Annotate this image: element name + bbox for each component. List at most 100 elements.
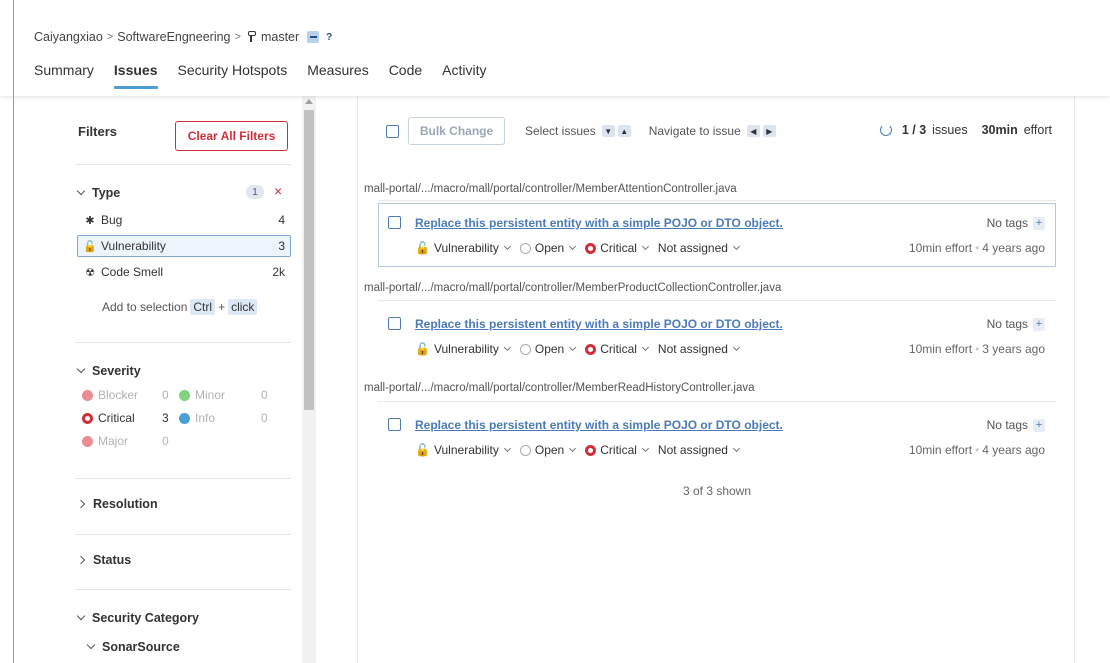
filters-sidebar: Filters Clear All Filters Type 1 × ✱ Bug… <box>60 96 302 663</box>
issue-assignee-dropdown[interactable]: Not assigned <box>658 443 740 457</box>
severity-label: Major <box>98 434 129 448</box>
chevron-down-icon <box>76 611 86 621</box>
issue-assignee-dropdown[interactable]: Not assigned <box>658 342 740 356</box>
divider <box>378 200 1056 201</box>
severity-blocker[interactable]: Blocker 0 <box>82 388 169 402</box>
issue-status-label: Open <box>534 443 565 457</box>
navigate-prev-icon[interactable]: ◀ <box>746 125 760 137</box>
severity-facet-header[interactable]: Severity <box>76 364 141 378</box>
sonarsource-subfacet[interactable]: SonarSource <box>86 640 180 654</box>
status-facet-header[interactable]: Status <box>76 553 131 567</box>
type-item-code-smell[interactable]: ☢ Code Smell 2k <box>77 261 291 283</box>
code-smell-icon: ☢ <box>85 266 95 279</box>
issue-message-link[interactable]: Replace this persistent entity with a si… <box>415 216 783 230</box>
add-tag-icon[interactable]: + <box>1033 418 1045 432</box>
tab-code[interactable]: Code <box>389 62 422 86</box>
severity-minor[interactable]: Minor 0 <box>179 388 268 402</box>
issue-effort: 10min effort <box>908 342 973 356</box>
issue-tags[interactable]: No tags + <box>987 216 1045 230</box>
chevron-down-icon <box>503 343 511 352</box>
issue-severity-dropdown[interactable]: Critical <box>585 342 649 356</box>
filters-title: Filters <box>78 124 118 139</box>
issues-word: issues <box>932 123 968 137</box>
issue-age: 3 years ago <box>982 342 1045 356</box>
refresh-icon[interactable] <box>879 124 892 136</box>
tab-summary[interactable]: Summary <box>34 62 94 86</box>
help-icon[interactable]: ? <box>323 31 335 43</box>
bulk-change-button[interactable]: Bulk Change <box>408 117 505 145</box>
issue-severity-dropdown[interactable]: Critical <box>585 241 649 255</box>
issue-status-dropdown[interactable]: Open <box>519 241 577 255</box>
issue-row[interactable]: Replace this persistent entity with a si… <box>378 304 1056 368</box>
issue-row[interactable]: Replace this persistent entity with a si… <box>378 203 1056 267</box>
component-path[interactable]: mall-portal/.../macro/mall/portal/contro… <box>364 282 781 294</box>
issue-type-dropdown[interactable]: 🔓 Vulnerability <box>415 241 511 255</box>
tab-security-hotspots[interactable]: Security Hotspots <box>178 62 288 86</box>
security-category-title: Security Category <box>92 611 199 625</box>
breadcrumb-owner[interactable]: Caiyangxiao <box>34 30 103 44</box>
critical-icon <box>585 242 597 254</box>
issue-severity-dropdown[interactable]: Critical <box>585 443 649 457</box>
select-up-icon[interactable]: ▲ <box>617 125 631 137</box>
chevron-down-icon <box>569 242 577 251</box>
issue-checkbox[interactable] <box>388 216 401 229</box>
type-item-bug[interactable]: ✱ Bug 4 <box>77 209 291 231</box>
scrollbar-thumb[interactable] <box>304 110 314 410</box>
issue-status-dropdown[interactable]: Open <box>519 342 577 356</box>
select-all-checkbox[interactable] <box>386 124 399 138</box>
issue-row[interactable]: Replace this persistent entity with a si… <box>378 405 1056 469</box>
clear-all-filters-button[interactable]: Clear All Filters <box>175 121 288 151</box>
navigate-next-icon[interactable]: ▶ <box>762 125 776 137</box>
breadcrumb-project[interactable]: SoftwareEngneering <box>117 30 230 44</box>
severity-count: 0 <box>261 411 268 425</box>
tab-measures[interactable]: Measures <box>307 62 368 86</box>
issue-checkbox[interactable] <box>388 418 401 431</box>
tab-activity[interactable]: Activity <box>442 62 486 86</box>
issue-message-link[interactable]: Replace this persistent entity with a si… <box>415 317 783 331</box>
issue-tags[interactable]: No tags + <box>987 418 1045 432</box>
chevron-down-icon <box>569 343 577 352</box>
divider <box>378 401 1056 402</box>
tab-issues[interactable]: Issues <box>113 62 158 89</box>
divider <box>75 534 291 535</box>
issue-assignee-dropdown[interactable]: Not assigned <box>658 241 740 255</box>
header: Caiyangxiao > SoftwareEngneering > maste… <box>0 0 1110 96</box>
severity-critical[interactable]: Critical 3 <box>82 411 169 425</box>
add-tag-icon[interactable]: + <box>1033 317 1045 331</box>
type-item-vulnerability[interactable]: 🔓 Vulnerability 3 <box>77 235 291 257</box>
component-path[interactable]: mall-portal/.../macro/mall/portal/contro… <box>364 382 755 394</box>
issue-message-link[interactable]: Replace this persistent entity with a si… <box>415 418 783 432</box>
clear-type-filter-icon[interactable]: × <box>274 183 282 199</box>
issue-checkbox[interactable] <box>388 317 401 330</box>
type-facet-header[interactable]: Type <box>76 186 120 200</box>
issue-status-label: Open <box>534 241 565 255</box>
tags-label: No tags <box>986 216 1028 230</box>
issue-tags[interactable]: No tags + <box>987 317 1045 331</box>
effort-total: 30min <box>981 123 1018 137</box>
issue-type-dropdown[interactable]: 🔓 Vulnerability <box>415 443 511 457</box>
hint-text: Add to selection <box>102 300 188 314</box>
shown-count: 3 of 3 shown <box>682 484 752 498</box>
breadcrumb-separator: > <box>234 31 241 43</box>
tags-label: No tags <box>986 317 1028 331</box>
add-tag-icon[interactable]: + <box>1033 216 1045 230</box>
navigate-issue-label: Navigate to issue <box>648 124 741 138</box>
issue-type-dropdown[interactable]: 🔓 Vulnerability <box>415 342 511 356</box>
severity-info[interactable]: Info 0 <box>179 411 268 425</box>
severity-major[interactable]: Major 0 <box>82 434 169 448</box>
critical-icon <box>585 444 597 456</box>
type-item-label: Vulnerability <box>101 239 166 253</box>
sonarsource-title: SonarSource <box>102 640 180 654</box>
issue-status-dropdown[interactable]: Open <box>519 443 577 457</box>
component-path[interactable]: mall-portal/.../macro/mall/portal/contro… <box>364 183 737 195</box>
bulk-toolbar: Bulk Change Select issues ▼ ▲ Navigate t… <box>386 117 776 145</box>
lock-icon: 🔓 <box>415 443 430 457</box>
breadcrumb-branch[interactable]: master <box>261 30 299 44</box>
resolution-facet-title: Resolution <box>93 497 158 511</box>
security-category-facet-header[interactable]: Security Category <box>76 611 199 625</box>
select-down-icon[interactable]: ▼ <box>601 125 615 137</box>
sidebar-scrollbar[interactable] <box>302 96 316 663</box>
scroll-up-icon[interactable] <box>305 99 313 104</box>
divider <box>75 342 291 343</box>
resolution-facet-header[interactable]: Resolution <box>76 497 158 511</box>
